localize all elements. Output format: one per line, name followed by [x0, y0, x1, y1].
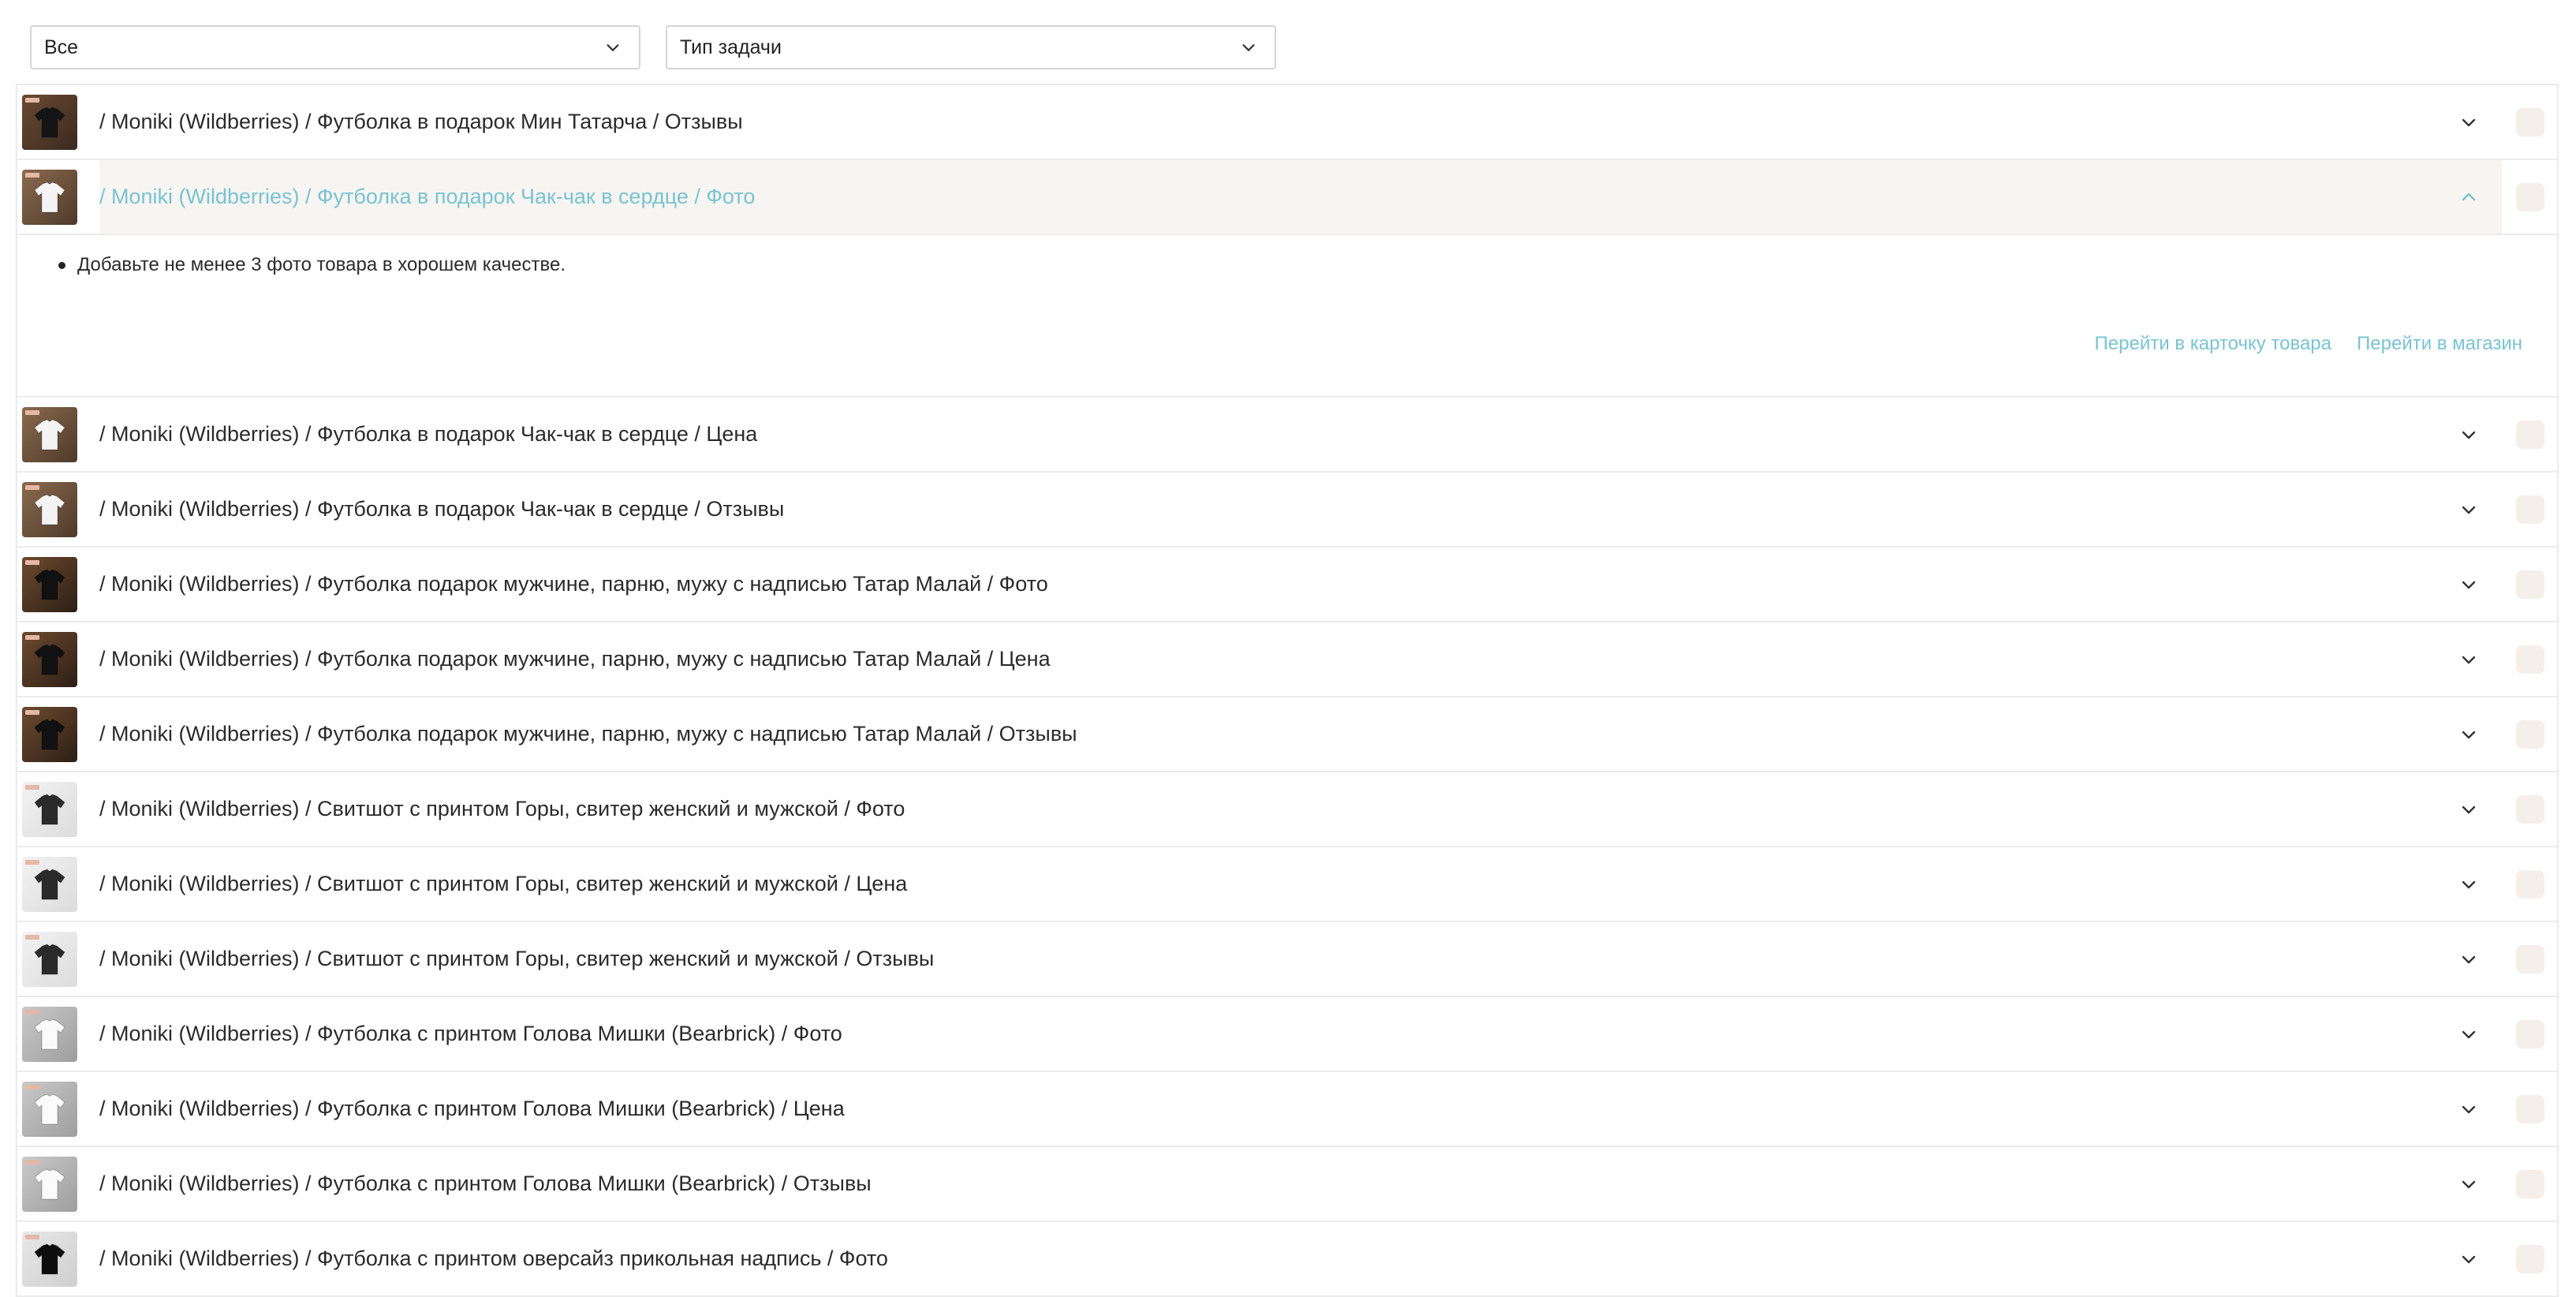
product-thumbnail: [22, 1231, 77, 1287]
chevron-down-icon[interactable]: [2459, 1175, 2478, 1194]
chevron-down-icon[interactable]: [2459, 425, 2478, 444]
task-checkbox[interactable]: [2516, 869, 2544, 899]
product-thumbnail: [22, 781, 77, 837]
chevron-down-icon: [607, 44, 619, 51]
task-row-header[interactable]: / Moniki (Wildberries) / Футболка в пода…: [99, 85, 2502, 159]
chevron-down-icon[interactable]: [2459, 875, 2478, 894]
task-row-header[interactable]: / Moniki (Wildberries) / Футболка с прин…: [99, 1147, 2502, 1220]
task-title: / Moniki (Wildberries) / Футболка подаро…: [99, 647, 1051, 671]
task-title: / Moniki (Wildberries) / Футболка подаро…: [99, 572, 1048, 596]
chevron-down-icon[interactable]: [2459, 950, 2478, 969]
task-checkbox[interactable]: [2516, 1169, 2544, 1198]
chevron-down-icon[interactable]: [2459, 725, 2478, 744]
product-thumbnail: [22, 556, 77, 612]
task-checkbox[interactable]: [2516, 645, 2544, 674]
task-row[interactable]: / Moniki (Wildberries) / Футболка в пода…: [17, 398, 2557, 473]
task-row-header[interactable]: / Moniki (Wildberries) / Футболка подаро…: [99, 548, 2502, 621]
task-row-header[interactable]: / Moniki (Wildberries) / Футболка в пода…: [99, 398, 2502, 471]
task-title: / Moniki (Wildberries) / Футболка с прин…: [99, 1247, 888, 1270]
product-thumbnail: [22, 931, 77, 987]
requirement-item: Добавьте не менее 3 фото товара в хороше…: [58, 254, 566, 276]
product-thumbnail: [22, 1156, 77, 1212]
product-thumbnail: [22, 856, 77, 912]
status-filter-select[interactable]: Все: [30, 25, 640, 69]
task-title: / Moniki (Wildberries) / Футболка в пода…: [99, 497, 785, 521]
product-thumbnail: [22, 1006, 77, 1062]
product-thumbnail: [22, 481, 77, 537]
task-row-header[interactable]: / Moniki (Wildberries) / Свитшот с принт…: [99, 847, 2502, 921]
chevron-down-icon: [1242, 44, 1255, 51]
product-thumbnail: [22, 1081, 77, 1137]
task-row[interactable]: / Moniki (Wildberries) / Свитшот с принт…: [17, 847, 2557, 922]
task-checkbox[interactable]: [2516, 495, 2544, 524]
product-thumbnail: [22, 94, 77, 150]
chevron-down-icon[interactable]: [2459, 1025, 2478, 1044]
task-row[interactable]: / Moniki (Wildberries) / Свитшот с принт…: [17, 922, 2557, 997]
go-to-shop-link[interactable]: Перейти в магазин: [2357, 333, 2522, 355]
chevron-down-icon[interactable]: [2459, 113, 2478, 132]
task-title: / Moniki (Wildberries) / Футболка в пода…: [99, 110, 743, 133]
chevron-down-icon[interactable]: [2459, 650, 2478, 669]
product-thumbnail: [22, 706, 77, 762]
task-row[interactable]: / Moniki (Wildberries) / Свитшот с принт…: [17, 772, 2557, 847]
task-row-header[interactable]: / Moniki (Wildberries) / Футболка с прин…: [99, 1222, 2502, 1295]
task-checkbox[interactable]: [2516, 420, 2544, 449]
task-title: / Moniki (Wildberries) / Футболка с прин…: [99, 1097, 845, 1120]
task-title: / Moniki (Wildberries) / Свитшот с принт…: [99, 797, 905, 820]
task-checkbox[interactable]: [2516, 107, 2544, 136]
task-row-header[interactable]: / Moniki (Wildberries) / Свитшот с принт…: [99, 922, 2502, 996]
task-row-header[interactable]: / Moniki (Wildberries) / Футболка подаро…: [99, 697, 2502, 771]
task-title: / Moniki (Wildberries) / Футболка с прин…: [99, 1172, 872, 1195]
task-checkbox[interactable]: [2516, 720, 2544, 749]
product-thumbnail: [22, 169, 77, 225]
task-row-header[interactable]: / Moniki (Wildberries) / Свитшот с принт…: [99, 772, 2502, 846]
task-title: / Moniki (Wildberries) / Футболка в пода…: [99, 422, 758, 446]
task-row-header[interactable]: / Moniki (Wildberries) / Футболка с прин…: [99, 997, 2502, 1071]
task-checkbox[interactable]: [2516, 1244, 2544, 1273]
task-checkbox[interactable]: [2516, 794, 2544, 824]
task-checkbox[interactable]: [2516, 944, 2544, 974]
task-row[interactable]: / Moniki (Wildberries) / Футболка подаро…: [17, 548, 2557, 622]
task-title: / Moniki (Wildberries) / Футболка с прин…: [99, 1022, 842, 1045]
task-row-header[interactable]: / Moniki (Wildberries) / Футболка подаро…: [99, 622, 2502, 696]
task-checkbox[interactable]: [2516, 1019, 2544, 1048]
status-filter-value: Все: [44, 36, 79, 58]
product-thumbnail: [22, 406, 77, 462]
task-row[interactable]: / Moniki (Wildberries) / Футболка с прин…: [17, 1222, 2557, 1297]
task-row[interactable]: / Moniki (Wildberries) / Футболка с прин…: [17, 997, 2557, 1072]
task-type-filter-value: Тип задачи: [680, 36, 782, 58]
go-to-product-card-link[interactable]: Перейти в карточку товара: [2095, 333, 2331, 355]
task-title: / Moniki (Wildberries) / Футболка в пода…: [99, 185, 756, 208]
task-requirements-list: Добавьте не менее 3 фото товара в хороше…: [58, 254, 566, 276]
task-row[interactable]: / Moniki (Wildberries) / Футболка в пода…: [17, 160, 2557, 235]
chevron-up-icon[interactable]: [2459, 188, 2478, 207]
chevron-down-icon[interactable]: [2459, 500, 2478, 519]
chevron-down-icon[interactable]: [2459, 1250, 2478, 1269]
task-row[interactable]: / Moniki (Wildberries) / Футболка в пода…: [17, 85, 2557, 160]
task-row[interactable]: / Moniki (Wildberries) / Футболка с прин…: [17, 1072, 2557, 1147]
filters-bar: Все Тип задачи: [30, 25, 1276, 69]
task-list: / Moniki (Wildberries) / Футболка в пода…: [16, 84, 2559, 1297]
task-details-panel: Добавьте не менее 3 фото товара в хороше…: [17, 235, 2557, 398]
task-checkbox[interactable]: [2516, 1094, 2544, 1123]
chevron-down-icon[interactable]: [2459, 800, 2478, 819]
task-checkbox[interactable]: [2516, 182, 2544, 211]
task-row[interactable]: / Moniki (Wildberries) / Футболка в пода…: [17, 473, 2557, 548]
task-title: / Moniki (Wildberries) / Свитшот с принт…: [99, 872, 908, 895]
task-row-header[interactable]: / Moniki (Wildberries) / Футболка в пода…: [99, 160, 2502, 234]
task-row-header[interactable]: / Moniki (Wildberries) / Футболка в пода…: [99, 473, 2502, 546]
task-title: / Moniki (Wildberries) / Свитшот с принт…: [99, 947, 935, 970]
chevron-down-icon[interactable]: [2459, 1100, 2478, 1119]
task-checkbox[interactable]: [2516, 570, 2544, 599]
task-title: / Moniki (Wildberries) / Футболка подаро…: [99, 722, 1077, 746]
product-thumbnail: [22, 631, 77, 687]
task-row[interactable]: / Moniki (Wildberries) / Футболка подаро…: [17, 697, 2557, 772]
task-type-filter-select[interactable]: Тип задачи: [666, 25, 1276, 69]
task-row[interactable]: / Moniki (Wildberries) / Футболка с прин…: [17, 1147, 2557, 1222]
chevron-down-icon[interactable]: [2459, 575, 2478, 594]
task-row[interactable]: / Moniki (Wildberries) / Футболка подаро…: [17, 622, 2557, 697]
task-row-header[interactable]: / Moniki (Wildberries) / Футболка с прин…: [99, 1072, 2502, 1146]
